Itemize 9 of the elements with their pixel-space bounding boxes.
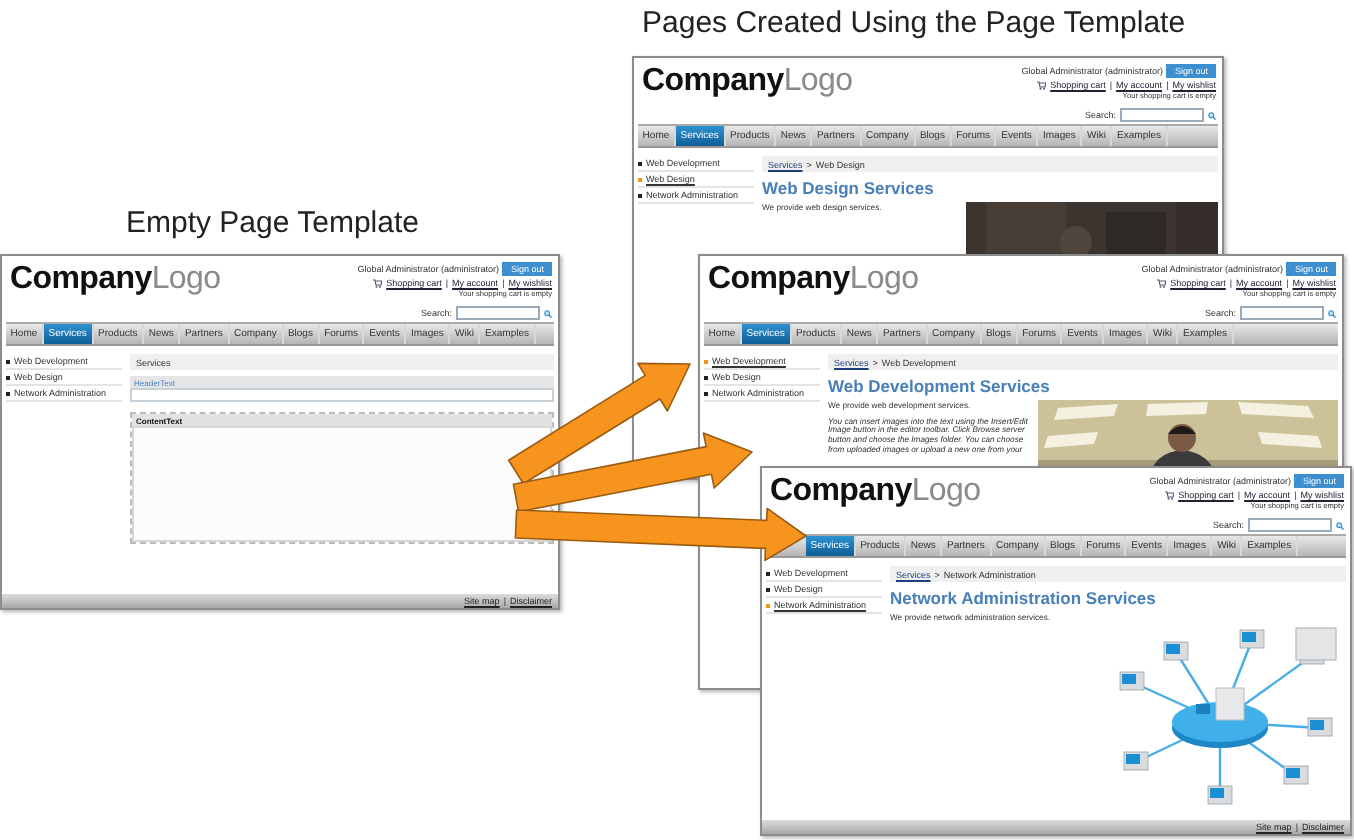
page-heading: Web Development Services <box>828 376 1052 396</box>
company-logo: CompanyLogo <box>708 262 919 298</box>
company-logo: CompanyLogo <box>770 474 981 510</box>
diagram-title: Empty Page Template <box>126 206 419 240</box>
page-heading: Network Administration Services <box>890 588 1158 608</box>
diagram-title: Pages Created Using the Page Template <box>642 6 1186 40</box>
page-heading: Web Design Services <box>762 178 936 198</box>
company-logo: CompanyLogo <box>642 64 853 100</box>
company-logo: CompanyLogo <box>10 262 221 298</box>
